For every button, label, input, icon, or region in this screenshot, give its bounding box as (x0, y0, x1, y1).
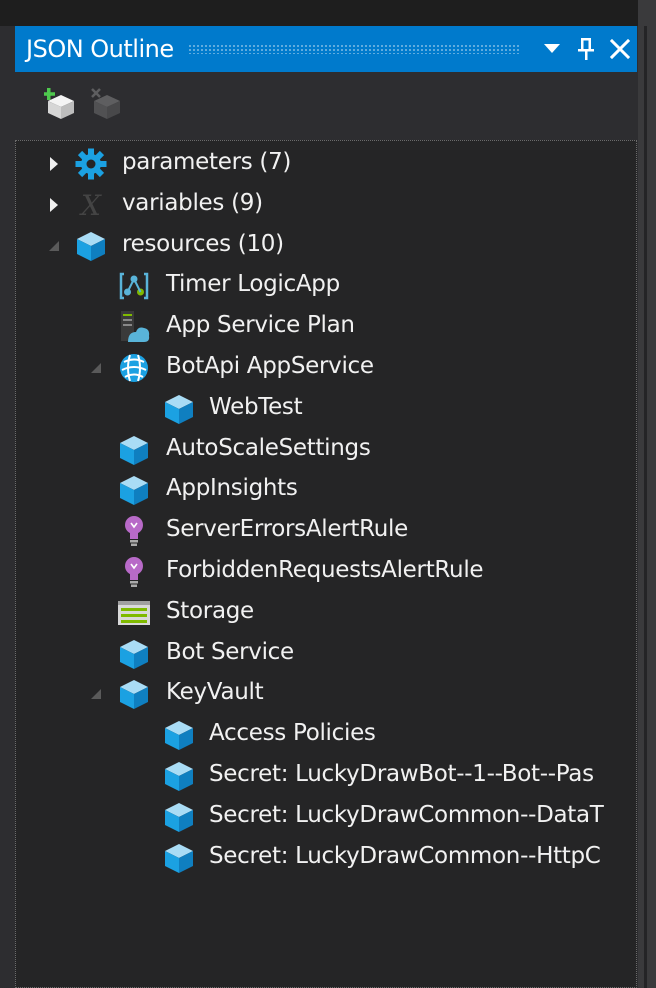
tree-node-label: WebTest (209, 393, 303, 420)
tree-node-label: resources (10) (122, 230, 284, 257)
variable-x-icon: X (74, 188, 108, 222)
tree-node[interactable]: Secret: LuckyDrawBot--1--Bot--Pas (16, 756, 636, 796)
gear-icon (74, 147, 108, 181)
chevron-down-icon (544, 44, 560, 53)
tree-node[interactable]: App Service Plan (16, 307, 636, 347)
editor-edge (638, 0, 656, 988)
window-frame-top (0, 0, 656, 26)
panel-title-bar[interactable]: JSON Outline (15, 26, 637, 72)
app-service-icon (117, 351, 151, 385)
tree-node[interactable]: WebTest (16, 389, 636, 429)
tree-node[interactable]: ForbiddenRequestsAlertRule (16, 552, 636, 592)
cube-icon (162, 392, 196, 426)
tree-node-label: Timer LogicApp (166, 271, 340, 298)
cube-icon (162, 841, 196, 875)
cube-icon (117, 433, 151, 467)
drag-grip[interactable] (187, 44, 521, 54)
tree-node[interactable]: AppInsights (16, 470, 636, 510)
cube-icon (162, 718, 196, 752)
json-outline-panel: JSON Outline parameters (7) X variables … (8, 26, 638, 988)
remove-resource-icon (91, 88, 120, 119)
tree-node-label: Secret: LuckyDrawCommon--DataT (209, 801, 604, 828)
tree-node[interactable]: Xvariables (9) (16, 185, 636, 225)
logic-app-icon (117, 269, 151, 303)
tree-node-label: ForbiddenRequestsAlertRule (166, 557, 484, 583)
cube-icon (162, 759, 196, 793)
editor-edge-strip (644, 26, 647, 988)
tree-node-label: Secret: LuckyDrawCommon--HttpC (209, 842, 601, 869)
add-resource-icon (44, 88, 74, 119)
tree-node[interactable]: Access Policies (16, 715, 636, 755)
tree-node[interactable]: AutoScaleSettings (16, 430, 636, 470)
tree-node[interactable]: resources (10) (16, 226, 636, 266)
tree-collapse-toggle[interactable] (88, 360, 104, 376)
tree-node-label: Storage (166, 597, 254, 624)
tree-node-label: Access Policies (209, 720, 376, 747)
tree-expand-toggle[interactable] (46, 197, 62, 213)
close-panel-button[interactable] (603, 26, 637, 72)
window-position-dropdown-button[interactable] (535, 26, 569, 72)
app-service-plan-icon (117, 310, 151, 344)
tree-node-label: BotApi AppService (166, 353, 374, 379)
tree-node-label: parameters (7) (122, 149, 292, 175)
tree-node[interactable]: BotApi AppService (16, 348, 636, 388)
lightbulb-icon (117, 514, 151, 548)
outline-toolbar (15, 72, 637, 136)
tree-node-label: KeyVault (166, 679, 264, 706)
cube-icon (74, 229, 108, 263)
tree-expand-toggle[interactable] (46, 156, 62, 172)
svg-text:X: X (79, 189, 102, 222)
tree-node[interactable]: parameters (7) (16, 144, 636, 184)
storage-icon (117, 596, 151, 630)
tree-node-label: AppInsights (166, 475, 298, 502)
tree-node-label: ServerErrorsAlertRule (166, 516, 408, 543)
tree-collapse-toggle[interactable] (46, 238, 62, 254)
tree-node[interactable]: Secret: LuckyDrawCommon--HttpC (16, 838, 636, 878)
tree-node[interactable]: Timer LogicApp (16, 266, 636, 306)
tree-node-label: Bot Service (166, 638, 294, 665)
cube-icon (162, 800, 196, 834)
panel-title: JSON Outline (26, 35, 174, 63)
cube-icon (117, 473, 151, 507)
tree-node[interactable]: Secret: LuckyDrawCommon--DataT (16, 797, 636, 837)
close-icon (610, 39, 630, 59)
tree-collapse-toggle[interactable] (88, 686, 104, 702)
add-resource-button[interactable] (41, 84, 81, 124)
tree-node[interactable]: KeyVault (16, 674, 636, 714)
tree-node-label: variables (9) (122, 189, 263, 216)
outline-tree[interactable]: parameters (7) Xvariables (9) resources (1… (15, 140, 637, 988)
tree-node[interactable]: Bot Service (16, 634, 636, 674)
pin-icon (578, 38, 594, 60)
cube-icon (117, 677, 151, 711)
tree-node-label: AutoScaleSettings (166, 434, 371, 461)
tree-node-label: Secret: LuckyDrawBot--1--Bot--Pas (209, 761, 594, 787)
tree-node[interactable]: Storage (16, 593, 636, 633)
auto-hide-pin-button[interactable] (569, 26, 603, 72)
lightbulb-icon (117, 555, 151, 589)
tree-node-label: App Service Plan (166, 312, 355, 339)
tree-node[interactable]: ServerErrorsAlertRule (16, 511, 636, 551)
cube-icon (117, 637, 151, 671)
remove-resource-button[interactable] (87, 84, 127, 124)
